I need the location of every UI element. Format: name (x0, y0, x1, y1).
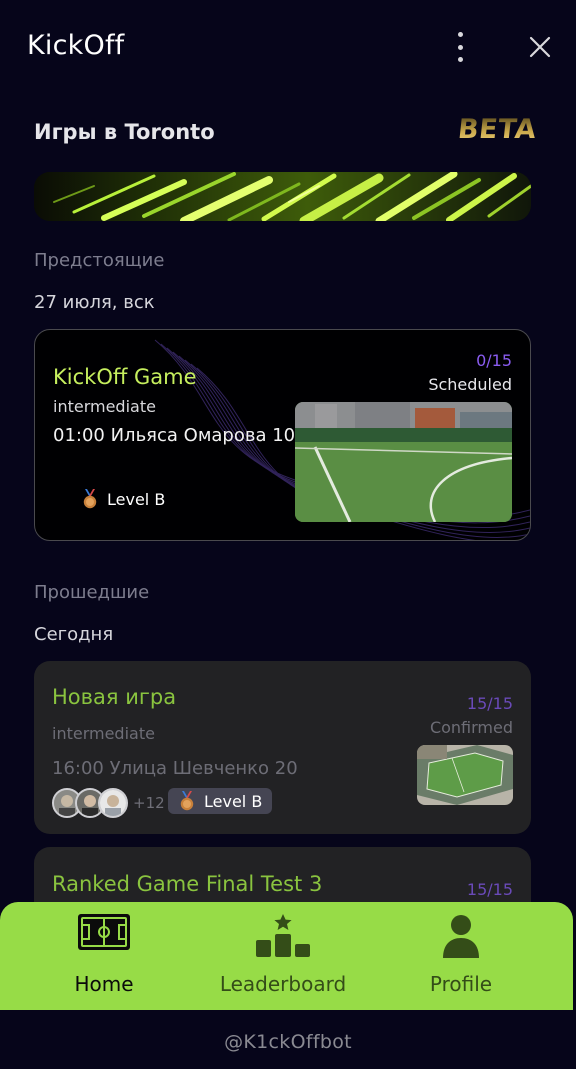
game-skill-level: intermediate (52, 724, 155, 743)
close-button[interactable] (528, 35, 552, 59)
beta-badge: BETA (456, 114, 538, 145)
top-bar: KickOff (0, 0, 576, 92)
past-date-label: Сегодня (34, 624, 114, 645)
level-badge-label: Level B (204, 791, 263, 811)
upcoming-date-label: 27 июля, вск (34, 292, 155, 313)
player-counter: 15/15 (466, 694, 513, 713)
game-time-address: 01:00 Ильяса Омарова 10 (53, 425, 296, 446)
bottom-navigation: Home Leaderboard Profile (0, 902, 573, 1010)
game-title: Ranked Game Final Test 3 (52, 872, 323, 896)
promo-banner (34, 172, 531, 221)
avatar (98, 788, 128, 818)
app-title: KickOff (27, 30, 125, 61)
player-counter: 0/15 (476, 351, 512, 370)
medal-icon (180, 791, 194, 811)
more-players-count: +12 (133, 794, 165, 812)
field-photo (295, 402, 512, 522)
past-section-label: Прошедшие (34, 582, 150, 603)
field-photo (417, 745, 513, 805)
menu-dot-icon (457, 44, 463, 50)
level-badge-label: Level B (107, 489, 166, 509)
nav-label: Leaderboard (219, 972, 347, 996)
game-status: Scheduled (428, 375, 512, 394)
level-badge: Level B (71, 486, 175, 512)
banner-streaks-graphic (34, 172, 531, 221)
menu-dot-icon (457, 57, 463, 62)
nav-item-leaderboard[interactable]: Leaderboard (188, 902, 378, 1010)
podium-icon (256, 914, 310, 957)
game-status: Confirmed (429, 718, 513, 737)
upcoming-game-card[interactable]: KickOff Game intermediate 01:00 Ильяса О… (34, 329, 531, 541)
game-title: Новая игра (52, 685, 177, 709)
game-title: KickOff Game (53, 365, 197, 389)
bot-handle: @K1ckOffbot (224, 1031, 352, 1053)
person-icon (443, 915, 479, 958)
nav-item-profile[interactable]: Profile (366, 902, 556, 1010)
nav-item-home[interactable]: Home (9, 902, 199, 1010)
level-badge: Level B (168, 788, 273, 814)
field-icon (78, 914, 130, 950)
nav-label: Profile (429, 972, 493, 996)
upcoming-section-label: Предстоящие (34, 250, 165, 271)
participants-avatars: +12 (52, 788, 165, 818)
menu-dot-icon (457, 32, 463, 37)
game-skill-level: intermediate (53, 397, 156, 416)
medal-icon (83, 489, 97, 509)
game-time-address: 16:00 Улица Шевченко 20 (52, 758, 298, 779)
nav-label: Home (74, 972, 134, 996)
page-title: Игры в Toronto (34, 120, 215, 144)
player-counter: 15/15 (466, 880, 513, 899)
past-game-card[interactable]: Новая игра intermediate 16:00 Улица Шевч… (34, 661, 531, 834)
close-icon (529, 36, 551, 58)
more-menu-button[interactable] (448, 32, 472, 62)
